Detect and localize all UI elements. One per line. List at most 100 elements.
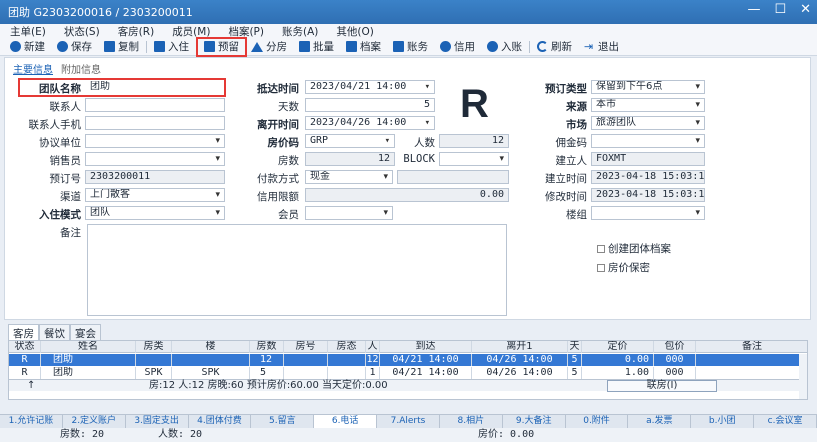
col-package[interactable]: 包价 [654,341,696,353]
block-select[interactable] [439,152,509,166]
market-select[interactable]: 旅游团队 [591,116,705,130]
tab-fixed-charges[interactable]: 3.固定支出 [126,415,189,428]
col-building[interactable]: 楼 [172,341,250,353]
source-select[interactable]: 本市 [591,98,705,112]
cell-room-count: 5 [250,367,284,379]
days-input[interactable]: 5 [305,98,435,112]
col-room-no[interactable]: 房号 [284,341,328,353]
link-rooms-button[interactable]: 联房(I) [607,380,717,392]
tab-alerts[interactable]: 7.Alerts [377,415,440,428]
post-icon [487,41,498,52]
salesperson-select[interactable] [85,152,225,166]
account-icon [393,41,404,52]
agreement-select[interactable] [85,134,225,148]
reserve-type-select[interactable]: 保留到下午6点 [591,80,705,94]
member-select[interactable] [305,206,393,220]
post-button[interactable]: 入账 [481,39,528,55]
new-button[interactable]: 新建 [4,39,51,55]
cell-name: 团助 [41,367,136,379]
remarks-textarea[interactable] [87,224,507,316]
departure-picker[interactable]: 2023/04/26 14:00 [305,116,435,130]
tab-extra-info[interactable]: 附加信息 [61,61,101,76]
col-room-count[interactable]: 房数 [250,341,284,353]
tab-main-info[interactable]: 主要信息 [13,61,53,76]
tab-attachments[interactable]: 0.附件 [566,415,629,428]
col-remarks[interactable]: 备注 [696,341,807,353]
payment-select[interactable]: 现金 [305,170,393,184]
menu-item-members[interactable]: 成员(M) [172,24,210,39]
minimize-button[interactable]: — [747,2,760,17]
tab-invoice[interactable]: a.发票 [628,415,692,428]
window-title: 团助 G2303200016 / 2303200011 [8,6,193,19]
checkin-icon [154,41,165,52]
tab-define-account[interactable]: 2.定义账户 [63,415,126,428]
batch-button[interactable]: 批量 [293,39,340,55]
cell-room-no [284,354,328,366]
table-row[interactable]: R 团助 SPK SPK 5 1 04/21 14:00 04/26 14:00… [9,367,807,379]
toolbar-separator [196,40,197,53]
menu-item-main[interactable]: 主单(E) [10,24,46,39]
tab-messages[interactable]: 5.留言 [251,415,315,428]
tab-phone[interactable]: 6.电话 [314,415,378,428]
main-form: 主要信息 附加信息 团队名称 团助 联系人 联系人手机 协议单位 销售员 预订号… [4,57,811,320]
menu-item-profile[interactable]: 档案(P) [228,24,264,39]
create-profile-checkbox[interactable]: 创建团体档案 [597,241,671,256]
menu-item-rooms[interactable]: 客房(R) [118,24,155,39]
checkbox-box[interactable] [597,263,605,272]
cell-room-type [136,354,172,366]
account-button[interactable]: 账务 [387,39,434,55]
profile-button[interactable]: 档案 [340,39,387,55]
channel-select[interactable]: 上门散客 [85,188,225,202]
grid-scrollbar[interactable] [799,354,807,399]
col-arrival[interactable]: 到达 [380,341,472,353]
col-status[interactable]: 状态 [9,341,41,353]
tab-big-notes[interactable]: 9.大备注 [503,415,566,428]
title-bar: 团助 G2303200016 / 2303200011 — ☐ ✕ [0,0,817,24]
copy-button[interactable]: 复制 [98,39,145,55]
cell-persons: 1 [366,367,380,379]
contact-phone-label: 联系人手机 [28,119,82,131]
col-price[interactable]: 定价 [582,341,654,353]
checkin-mode-select[interactable]: 团队 [85,206,225,220]
col-persons[interactable]: 人 [366,341,380,353]
menu-item-status[interactable]: 状态(S) [64,24,100,39]
col-room-state[interactable]: 房态 [328,341,366,353]
team-name-input[interactable]: 团助 [85,80,223,94]
menu-item-other[interactable]: 其他(O) [336,24,373,39]
tab-allow-posting[interactable]: 1.允许记账 [0,415,63,428]
refresh-button[interactable]: 刷新 [531,39,578,55]
save-button[interactable]: 保存 [51,39,98,55]
col-days[interactable]: 天 [568,341,582,353]
building-select[interactable] [591,206,705,220]
col-departure[interactable]: 离开1 [472,341,568,353]
col-room-type[interactable]: 房类 [136,341,172,353]
maximize-button[interactable]: ☐ [774,2,786,17]
exit-button[interactable]: ⇥ 退出 [578,39,625,55]
assign-room-button[interactable]: 分房 [245,39,293,55]
credit-button[interactable]: 信用 [434,39,481,55]
departure-label: 离开时间 [257,119,299,131]
table-row[interactable]: R 团助 12 12 04/21 14:00 04/26 14:00 5 0.0… [9,354,807,366]
tab-group-payment[interactable]: 4.团体付费 [189,415,252,428]
commission-select[interactable] [591,134,705,148]
col-name[interactable]: 姓名 [41,341,136,353]
persons-field: 12 [439,134,509,148]
sort-arrow-icon[interactable]: ↑ [27,380,35,392]
arrival-picker[interactable]: 2023/04/21 14:00 [305,80,435,94]
checkbox-box[interactable] [597,244,605,253]
check-icon [57,41,68,52]
rate-code-select[interactable]: GRP [305,134,395,148]
days-label: 天数 [278,101,299,113]
reserve-button[interactable]: 预留 [196,36,247,57]
menu-item-accounts[interactable]: 账务(A) [282,24,318,39]
cell-persons: 12 [366,354,380,366]
tab-photos[interactable]: 8.相片 [440,415,503,428]
cell-building [172,354,250,366]
keep-rate-checkbox[interactable]: 房价保密 [597,260,650,275]
checkin-button[interactable]: 入住 [148,39,195,55]
tab-meeting-room[interactable]: c.会议室 [754,415,817,428]
contact-phone-input[interactable] [85,116,225,130]
tab-subgroup[interactable]: b.小团 [691,415,755,428]
contact-input[interactable] [85,98,225,112]
close-button[interactable]: ✕ [800,2,811,17]
